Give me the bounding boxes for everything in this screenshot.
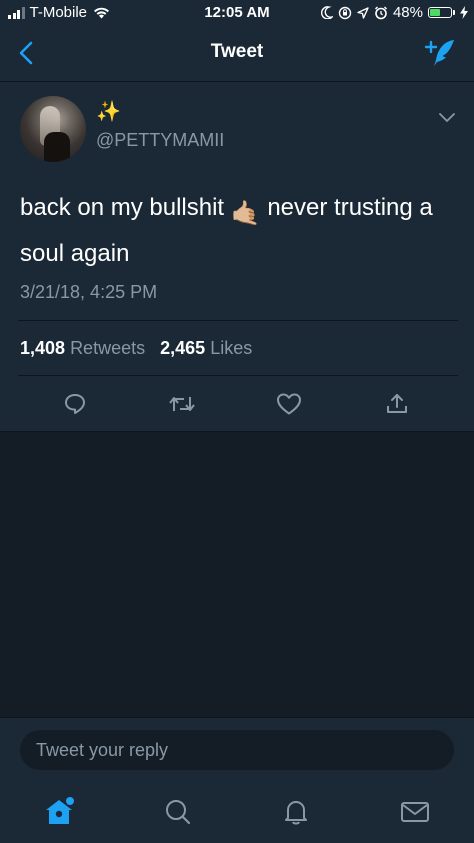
display-name[interactable]: ✨ <box>96 102 121 122</box>
reply-bar: Tweet your reply <box>0 717 474 782</box>
tab-home[interactable] <box>42 795 76 829</box>
alarm-icon <box>374 5 387 19</box>
compose-tweet-icon <box>424 40 454 66</box>
charging-icon <box>460 6 468 19</box>
reply-icon <box>65 394 85 414</box>
user-handle[interactable]: @PETTYMAMII <box>96 130 224 151</box>
like-label: Likes <box>210 338 253 358</box>
call-me-hand-emoji: 🤙🏼 <box>230 200 261 227</box>
location-icon <box>357 6 369 19</box>
moon-icon <box>320 6 333 19</box>
avatar[interactable] <box>20 96 86 162</box>
retweet-label: Retweets <box>70 338 146 358</box>
reply-button[interactable] <box>58 387 92 421</box>
notification-dot <box>66 797 74 805</box>
retweet-icon <box>169 397 195 411</box>
tweet-detail-screen: T-Mobile 12:05 AM 48% Tweet ✨ @PETTYMAMI… <box>0 0 474 843</box>
status-bar: T-Mobile 12:05 AM 48% <box>0 0 474 26</box>
share-icon <box>387 394 407 413</box>
search-icon <box>166 800 191 825</box>
notifications-icon <box>285 801 307 825</box>
tweet-text: back on my bullshit 🤙🏼 never trusting a … <box>20 188 460 274</box>
rotation-lock-icon <box>338 6 352 19</box>
battery-icon <box>428 7 452 18</box>
like-button[interactable] <box>272 387 306 421</box>
tab-search[interactable] <box>161 795 195 829</box>
chevron-down-icon[interactable] <box>438 110 456 124</box>
tweet-actions <box>0 387 474 421</box>
status-bar-right: 48% <box>320 4 468 21</box>
divider <box>18 375 458 376</box>
like-count: 2,465 <box>160 338 206 358</box>
reply-input[interactable]: Tweet your reply <box>20 730 454 770</box>
tweet-timestamp: 3/21/18, 4:25 PM <box>20 282 158 302</box>
tweet-detail: ✨ @PETTYMAMII back on my bullshit 🤙🏼 nev… <box>0 82 474 432</box>
battery-percent: 48% <box>392 4 423 21</box>
tab-notifications[interactable] <box>279 795 313 829</box>
page-title: Tweet <box>210 41 264 62</box>
likes-stat[interactable]: 2,465 Likes <box>160 338 252 358</box>
navigation-bar: Tweet <box>0 26 474 82</box>
like-icon <box>277 393 301 415</box>
compose-tweet-button[interactable] <box>422 36 458 70</box>
tweet-text-start: back on my bullshit <box>20 194 231 221</box>
divider <box>18 320 458 321</box>
tab-messages[interactable] <box>398 795 432 829</box>
battery-cap <box>453 10 455 15</box>
messages-icon <box>401 802 429 822</box>
tab-bar <box>0 781 474 843</box>
retweets-stat[interactable]: 1,408 Retweets <box>20 338 145 358</box>
tweet-stats: 1,408 Retweets 2,465 Likes <box>20 338 252 359</box>
retweet-button[interactable] <box>165 387 199 421</box>
retweet-count: 1,408 <box>20 338 66 358</box>
share-button[interactable] <box>380 387 414 421</box>
